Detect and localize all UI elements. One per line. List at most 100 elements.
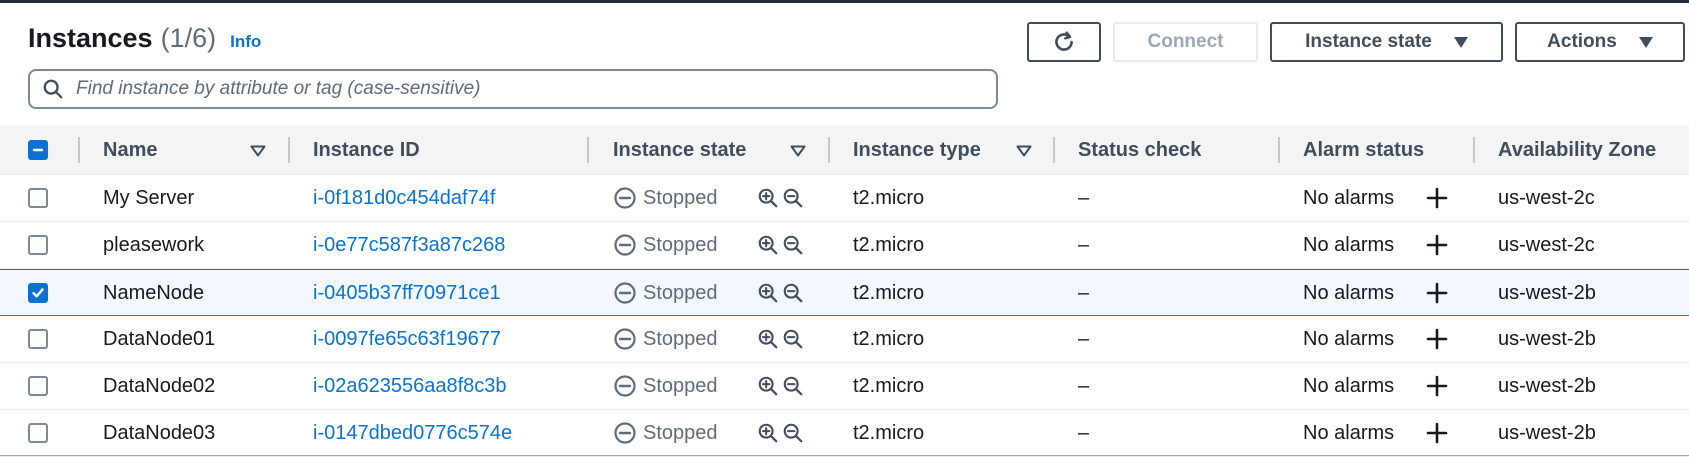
instance-name: DataNode03 — [103, 421, 216, 444]
table-row[interactable]: DataNode01 i-0097fe65c63f19677 Stopped t2.m… — [0, 316, 1689, 363]
zoom-out-icon[interactable] — [782, 234, 804, 256]
availability-zone: us-west-2b — [1498, 374, 1596, 397]
instance-state: Stopped — [613, 222, 718, 268]
instance-id-link[interactable]: i-0e77c587f3a87c268 — [313, 222, 505, 268]
zoom-in-icon[interactable] — [757, 328, 779, 350]
zoom-in-icon[interactable] — [757, 422, 779, 444]
column-header-status-check[interactable]: Status check — [1078, 125, 1201, 175]
instance-name: pleasework — [103, 233, 205, 256]
zoom-out-icon[interactable] — [782, 328, 804, 350]
instance-id-link[interactable]: i-02a623556aa8f8c3b — [313, 363, 507, 409]
zoom-in-icon[interactable] — [757, 234, 779, 256]
column-header-instance-type[interactable]: Instance type — [853, 125, 981, 175]
add-alarm-icon[interactable] — [1425, 421, 1449, 445]
instance-state-label: Stopped — [643, 374, 718, 397]
column-separator — [587, 137, 589, 163]
refresh-button[interactable] — [1027, 22, 1101, 62]
status-check: – — [1078, 421, 1090, 444]
add-alarm-icon[interactable] — [1425, 281, 1449, 305]
availability-zone: us-west-2c — [1498, 186, 1595, 209]
instance-state-label: Stopped — [643, 327, 718, 350]
caret-down-icon — [1638, 36, 1653, 48]
instance-id-link[interactable]: i-0147dbed0776c574e — [313, 410, 512, 456]
column-separator — [828, 137, 830, 163]
row-checkbox[interactable] — [28, 283, 48, 303]
instance-type: t2.micro — [853, 281, 925, 304]
select-all-checkbox[interactable] — [28, 140, 48, 160]
stopped-icon — [614, 282, 636, 304]
add-alarm-icon[interactable] — [1425, 186, 1449, 210]
column-separator — [1278, 137, 1280, 163]
instance-type: t2.micro — [853, 186, 925, 209]
page-title: Instances — [28, 23, 153, 53]
instance-id-link[interactable]: i-0405b37ff70971ce1 — [313, 270, 501, 316]
stopped-icon — [614, 187, 636, 209]
actions-button[interactable]: Actions — [1515, 22, 1685, 62]
zoom-in-icon[interactable] — [757, 375, 779, 397]
minus-icon — [32, 148, 44, 152]
column-header-name[interactable]: Name — [103, 125, 157, 175]
table-row[interactable]: DataNode02 i-02a623556aa8f8c3b Stopped t2.m… — [0, 363, 1689, 410]
status-check: – — [1078, 281, 1090, 304]
caret-down-icon — [1453, 36, 1468, 48]
info-link[interactable]: Info — [230, 32, 261, 52]
table-row[interactable]: NameNode i-0405b37ff70971ce1 Stopped t2.mic… — [0, 269, 1689, 316]
stopped-icon — [614, 375, 636, 397]
column-header-alarm-status[interactable]: Alarm status — [1303, 125, 1424, 175]
add-alarm-icon[interactable] — [1425, 327, 1449, 351]
instance-type: t2.micro — [853, 421, 925, 444]
alarm-status: No alarms — [1303, 281, 1395, 304]
search-box[interactable] — [28, 69, 998, 109]
instance-id-link[interactable]: i-0097fe65c63f19677 — [313, 316, 501, 362]
zoom-out-icon[interactable] — [782, 187, 804, 209]
alarm-status: No alarms — [1303, 327, 1395, 350]
availability-zone: us-west-2c — [1498, 233, 1595, 256]
zoom-in-icon[interactable] — [757, 282, 779, 304]
instance-name: My Server — [103, 186, 195, 209]
add-alarm-icon[interactable] — [1425, 233, 1449, 257]
row-checkbox[interactable] — [28, 376, 48, 396]
column-header-availability-zone[interactable]: Availability Zone — [1498, 125, 1656, 175]
connect-button[interactable]: Connect — [1113, 22, 1258, 62]
column-header-instance-id[interactable]: Instance ID — [313, 125, 420, 175]
table-row[interactable]: pleasework i-0e77c587f3a87c268 Stopped t2.m… — [0, 222, 1689, 269]
column-separator — [1473, 137, 1475, 163]
panel-header: Instances (1/6) Info — [28, 23, 261, 57]
instance-state-label: Instance state — [1305, 31, 1432, 52]
alarm-status: No alarms — [1303, 374, 1395, 397]
alarm-status: No alarms — [1303, 186, 1395, 209]
zoom-out-icon[interactable] — [782, 375, 804, 397]
availability-zone: us-west-2b — [1498, 281, 1596, 304]
row-checkbox[interactable] — [28, 423, 48, 443]
table-row[interactable]: My Server i-0f181d0c454daf74f Stopped t2.mi… — [0, 175, 1689, 222]
instance-state-label: Stopped — [643, 281, 718, 304]
instance-state: Stopped — [613, 175, 718, 221]
stopped-icon — [614, 328, 636, 350]
row-checkbox[interactable] — [28, 329, 48, 349]
instance-state-button[interactable]: Instance state — [1270, 22, 1503, 62]
alarm-status: No alarms — [1303, 233, 1395, 256]
search-input[interactable] — [74, 77, 978, 101]
instance-state-label: Stopped — [643, 233, 718, 256]
column-separator — [288, 137, 290, 163]
zoom-in-icon[interactable] — [757, 187, 779, 209]
column-separator — [78, 137, 80, 163]
zoom-out-icon[interactable] — [782, 422, 804, 444]
row-checkbox[interactable] — [28, 188, 48, 208]
instance-state-label: Stopped — [643, 421, 718, 444]
instance-id-link[interactable]: i-0f181d0c454daf74f — [313, 175, 495, 221]
add-alarm-icon[interactable] — [1425, 374, 1449, 398]
zoom-out-icon[interactable] — [782, 282, 804, 304]
table-header: Name Instance ID Instance state Instance… — [0, 125, 1689, 175]
instance-type: t2.micro — [853, 374, 925, 397]
status-check: – — [1078, 233, 1090, 256]
instance-name: NameNode — [103, 281, 205, 304]
column-header-instance-state[interactable]: Instance state — [613, 125, 746, 175]
instances-panel: Instances (1/6) Info Connect Instance st… — [0, 3, 1689, 457]
table-row[interactable]: DataNode03 i-0147dbed0776c574e Stopped t2.m… — [0, 410, 1689, 457]
refresh-icon — [1055, 31, 1073, 51]
selection-count: (1/6) — [160, 23, 217, 53]
row-checkbox[interactable] — [28, 235, 48, 255]
search-icon — [43, 79, 63, 99]
column-separator — [1053, 137, 1055, 163]
